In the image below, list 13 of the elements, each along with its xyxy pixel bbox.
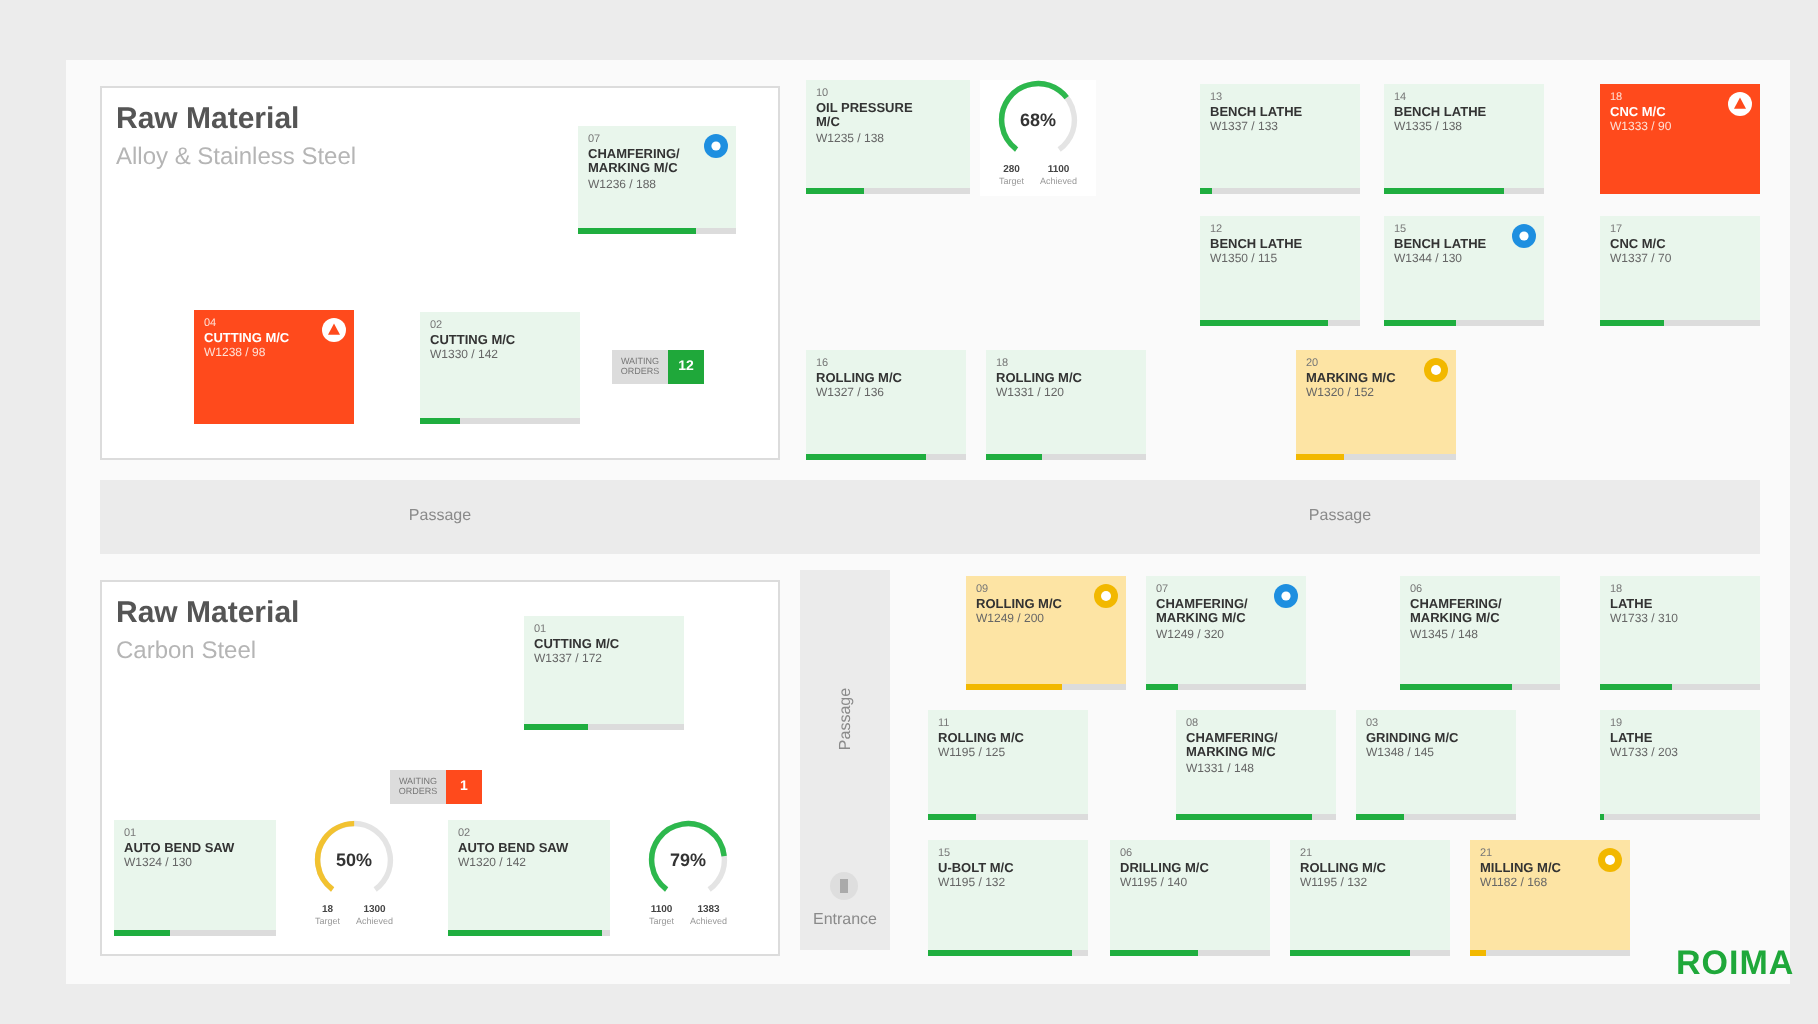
gauge-percent: 68%	[1017, 110, 1058, 130]
zone-subtitle: Carbon Steel	[116, 636, 257, 664]
gauge-percent: 79%	[667, 850, 708, 870]
entrance-label: Entrance	[810, 910, 880, 928]
logo: ROIMA	[1676, 944, 1795, 984]
passage-label: Passage	[1306, 506, 1374, 524]
door-icon	[830, 872, 858, 900]
passage-label: Passage	[406, 506, 474, 524]
gauge-percent: 50%	[333, 850, 374, 870]
zone-title: Raw Material	[116, 102, 300, 136]
passage-label: Passage	[836, 685, 854, 755]
zone-title: Raw Material	[116, 596, 300, 630]
zone-subtitle: Alloy & Stainless Steel	[116, 142, 357, 170]
